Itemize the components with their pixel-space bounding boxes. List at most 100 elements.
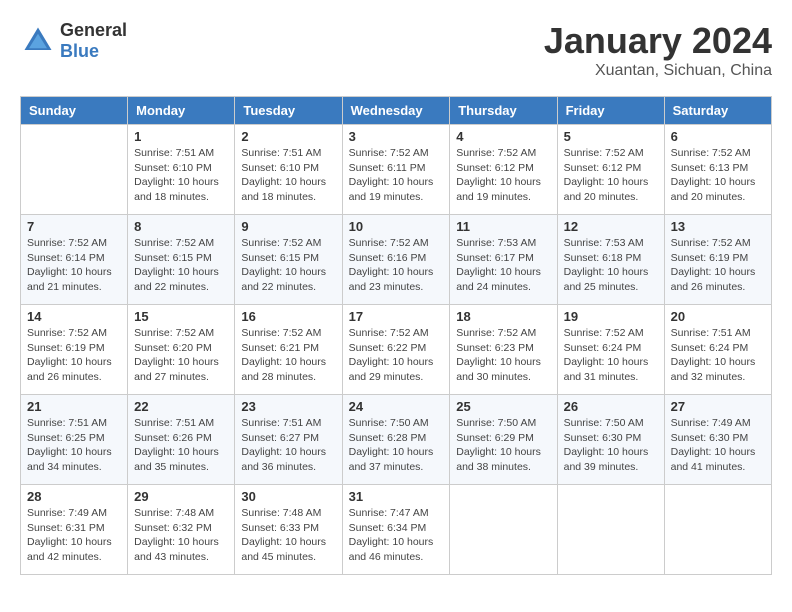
day-info: Sunrise: 7:50 AMSunset: 6:28 PMDaylight:… (349, 416, 444, 475)
day-number: 11 (456, 219, 550, 234)
calendar-day-cell: 27 Sunrise: 7:49 AMSunset: 6:30 PMDayligh… (664, 395, 771, 485)
page-header: General Blue January 2024 Xuantan, Sichu… (20, 20, 772, 80)
day-info: Sunrise: 7:52 AMSunset: 6:20 PMDaylight:… (134, 326, 228, 385)
calendar-day-cell: 22Sunrise: 7:51 AMSunset: 6:26 PMDayligh… (128, 395, 235, 485)
day-info: Sunrise: 7:51 AMSunset: 6:10 PMDaylight:… (241, 146, 335, 205)
day-info: Sunrise: 7:51 AMSunset: 6:10 PMDaylight:… (134, 146, 228, 205)
calendar-day-cell (450, 485, 557, 575)
day-info: Sunrise: 7:52 AMSunset: 6:15 PMDaylight:… (241, 236, 335, 295)
calendar-day-cell: 26 Sunrise: 7:50 AMSunset: 6:30 PMDayligh… (557, 395, 664, 485)
calendar-table: SundayMondayTuesdayWednesdayThursdayFrid… (20, 96, 772, 575)
day-number: 6 (671, 129, 765, 144)
day-info: Sunrise: 7:52 AMSunset: 6:21 PMDaylight:… (241, 326, 335, 385)
calendar-day-cell: 24 Sunrise: 7:50 AMSunset: 6:28 PMDayligh… (342, 395, 450, 485)
day-info: Sunrise: 7:52 AMSunset: 6:16 PMDaylight:… (349, 236, 444, 295)
calendar-week-row: 1 Sunrise: 7:51 AMSunset: 6:10 PMDaylight… (21, 125, 772, 215)
logo-text-line2: Blue (60, 41, 127, 62)
calendar-day-cell (557, 485, 664, 575)
calendar-day-cell: 20 Sunrise: 7:51 AMSunset: 6:24 PMDayligh… (664, 305, 771, 395)
day-number: 4 (456, 129, 550, 144)
title-section: January 2024 Xuantan, Sichuan, China (544, 20, 772, 80)
calendar-day-cell: 23Sunrise: 7:51 AMSunset: 6:27 PMDayligh… (235, 395, 342, 485)
calendar-day-cell: 19 Sunrise: 7:52 AMSunset: 6:24 PMDayligh… (557, 305, 664, 395)
calendar-day-cell: 2 Sunrise: 7:51 AMSunset: 6:10 PMDaylight… (235, 125, 342, 215)
day-info: Sunrise: 7:48 AMSunset: 6:33 PMDaylight:… (241, 506, 335, 565)
day-info: Sunrise: 7:50 AMSunset: 6:30 PMDaylight:… (564, 416, 658, 475)
day-info: Sunrise: 7:52 AMSunset: 6:14 PMDaylight:… (27, 236, 121, 295)
day-info: Sunrise: 7:52 AMSunset: 6:22 PMDaylight:… (349, 326, 444, 385)
day-info: Sunrise: 7:53 AMSunset: 6:18 PMDaylight:… (564, 236, 658, 295)
day-number: 25 (456, 399, 550, 414)
day-number: 14 (27, 309, 121, 324)
month-title: January 2024 (544, 20, 772, 62)
calendar-day-cell: 31 Sunrise: 7:47 AMSunset: 6:34 PMDayligh… (342, 485, 450, 575)
day-info: Sunrise: 7:47 AMSunset: 6:34 PMDaylight:… (349, 506, 444, 565)
calendar-day-cell: 12 Sunrise: 7:53 AMSunset: 6:18 PMDayligh… (557, 215, 664, 305)
day-number: 20 (671, 309, 765, 324)
calendar-day-cell: 8 Sunrise: 7:52 AMSunset: 6:15 PMDaylight… (128, 215, 235, 305)
day-of-week-header: Tuesday (235, 97, 342, 125)
day-info: Sunrise: 7:51 AMSunset: 6:27 PMDaylight:… (241, 416, 335, 475)
calendar-day-cell (21, 125, 128, 215)
day-number: 19 (564, 309, 658, 324)
day-of-week-header: Thursday (450, 97, 557, 125)
day-info: Sunrise: 7:52 AMSunset: 6:12 PMDaylight:… (564, 146, 658, 205)
day-number: 26 (564, 399, 658, 414)
calendar-day-cell: 1 Sunrise: 7:51 AMSunset: 6:10 PMDaylight… (128, 125, 235, 215)
calendar-day-cell: 4 Sunrise: 7:52 AMSunset: 6:12 PMDaylight… (450, 125, 557, 215)
calendar-day-cell (664, 485, 771, 575)
day-number: 3 (349, 129, 444, 144)
day-number: 8 (134, 219, 228, 234)
calendar-day-cell: 13 Sunrise: 7:52 AMSunset: 6:19 PMDayligh… (664, 215, 771, 305)
calendar-day-cell: 5Sunrise: 7:52 AMSunset: 6:12 PMDaylight… (557, 125, 664, 215)
day-number: 13 (671, 219, 765, 234)
calendar-day-cell: 30 Sunrise: 7:48 AMSunset: 6:33 PMDayligh… (235, 485, 342, 575)
calendar-day-cell: 9 Sunrise: 7:52 AMSunset: 6:15 PMDaylight… (235, 215, 342, 305)
day-info: Sunrise: 7:52 AMSunset: 6:12 PMDaylight:… (456, 146, 550, 205)
calendar-day-cell: 28Sunrise: 7:49 AMSunset: 6:31 PMDayligh… (21, 485, 128, 575)
day-of-week-header: Saturday (664, 97, 771, 125)
day-number: 28 (27, 489, 121, 504)
day-number: 12 (564, 219, 658, 234)
day-info: Sunrise: 7:52 AMSunset: 6:24 PMDaylight:… (564, 326, 658, 385)
day-of-week-header: Sunday (21, 97, 128, 125)
header-row: SundayMondayTuesdayWednesdayThursdayFrid… (21, 97, 772, 125)
day-info: Sunrise: 7:51 AMSunset: 6:25 PMDaylight:… (27, 416, 121, 475)
day-info: Sunrise: 7:50 AMSunset: 6:29 PMDaylight:… (456, 416, 550, 475)
day-number: 18 (456, 309, 550, 324)
day-number: 9 (241, 219, 335, 234)
day-of-week-header: Friday (557, 97, 664, 125)
logo: General Blue (20, 20, 127, 62)
day-number: 27 (671, 399, 765, 414)
day-info: Sunrise: 7:53 AMSunset: 6:17 PMDaylight:… (456, 236, 550, 295)
day-info: Sunrise: 7:48 AMSunset: 6:32 PMDaylight:… (134, 506, 228, 565)
day-info: Sunrise: 7:52 AMSunset: 6:19 PMDaylight:… (671, 236, 765, 295)
day-number: 16 (241, 309, 335, 324)
logo-icon (20, 23, 56, 59)
calendar-week-row: 14Sunrise: 7:52 AMSunset: 6:19 PMDayligh… (21, 305, 772, 395)
calendar-day-cell: 29 Sunrise: 7:48 AMSunset: 6:32 PMDayligh… (128, 485, 235, 575)
day-number: 30 (241, 489, 335, 504)
day-number: 21 (27, 399, 121, 414)
calendar-day-cell: 3Sunrise: 7:52 AMSunset: 6:11 PMDaylight… (342, 125, 450, 215)
calendar-day-cell: 25 Sunrise: 7:50 AMSunset: 6:29 PMDayligh… (450, 395, 557, 485)
calendar-day-cell: 7 Sunrise: 7:52 AMSunset: 6:14 PMDaylight… (21, 215, 128, 305)
calendar-week-row: 28Sunrise: 7:49 AMSunset: 6:31 PMDayligh… (21, 485, 772, 575)
day-info: Sunrise: 7:49 AMSunset: 6:30 PMDaylight:… (671, 416, 765, 475)
calendar-day-cell: 16 Sunrise: 7:52 AMSunset: 6:21 PMDayligh… (235, 305, 342, 395)
day-number: 24 (349, 399, 444, 414)
day-number: 29 (134, 489, 228, 504)
day-number: 2 (241, 129, 335, 144)
day-info: Sunrise: 7:51 AMSunset: 6:26 PMDaylight:… (134, 416, 228, 475)
day-number: 31 (349, 489, 444, 504)
day-info: Sunrise: 7:52 AMSunset: 6:23 PMDaylight:… (456, 326, 550, 385)
day-of-week-header: Monday (128, 97, 235, 125)
day-number: 17 (349, 309, 444, 324)
day-info: Sunrise: 7:51 AMSunset: 6:24 PMDaylight:… (671, 326, 765, 385)
day-number: 1 (134, 129, 228, 144)
calendar-day-cell: 6Sunrise: 7:52 AMSunset: 6:13 PMDaylight… (664, 125, 771, 215)
calendar-day-cell: 17 Sunrise: 7:52 AMSunset: 6:22 PMDayligh… (342, 305, 450, 395)
day-number: 7 (27, 219, 121, 234)
day-number: 15 (134, 309, 228, 324)
day-info: Sunrise: 7:52 AMSunset: 6:15 PMDaylight:… (134, 236, 228, 295)
